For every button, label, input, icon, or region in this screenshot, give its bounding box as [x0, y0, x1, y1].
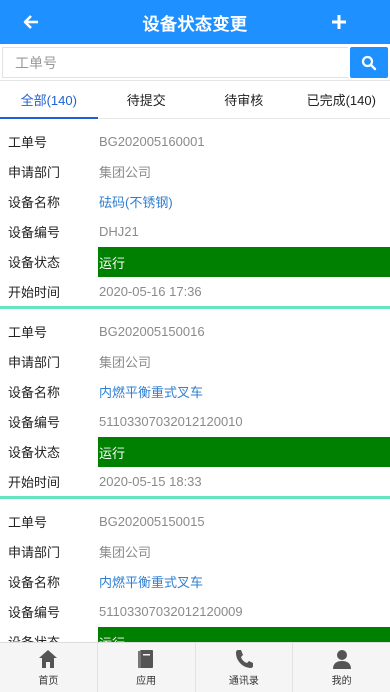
order-no-value: BG202005160001 — [99, 133, 205, 149]
device-name-label: 设备名称 — [8, 574, 61, 590]
nav-mine[interactable]: 我的 — [293, 643, 390, 692]
order-no-label: 工单号 — [8, 324, 48, 340]
device-no-row: 设备编号 51103307032012120010 — [0, 406, 390, 436]
device-no-row: 设备编号 51103307032012120009 — [0, 596, 390, 626]
status-label: 设备状态 — [8, 444, 61, 460]
status-row: 设备状态 运行 — [0, 436, 390, 467]
tab-completed[interactable]: 已完成(140) — [293, 81, 390, 118]
record-card[interactable]: 工单号 BG202005160001 申请部门 集团公司 设备名称 砝码(不锈钢… — [0, 126, 390, 309]
header-bar: 设备状态变更 — [0, 0, 390, 44]
device-no-label: 设备编号 — [8, 414, 61, 430]
tab-all[interactable]: 全部(140) — [0, 81, 98, 119]
search-icon — [361, 55, 377, 70]
status-row: 设备状态 运行 — [0, 246, 390, 277]
status-badge: 运行 — [98, 437, 390, 467]
phone-icon — [235, 650, 253, 668]
arrow-left-icon[interactable] — [22, 13, 40, 31]
dept-label: 申请部门 — [8, 354, 61, 370]
device-name-row: 设备名称 内燃平衡重式叉车 — [0, 566, 390, 596]
start-time-label: 开始时间 — [8, 474, 61, 490]
record-card[interactable]: 工单号 BG202005150016 申请部门 集团公司 设备名称 内燃平衡重式… — [0, 316, 390, 499]
dept-label: 申请部门 — [8, 544, 61, 560]
bottom-nav: 首页 应用 通讯录 我的 — [0, 642, 390, 692]
user-icon — [332, 650, 351, 669]
nav-home-label: 首页 — [38, 676, 59, 687]
book-icon — [138, 650, 154, 668]
device-name-link[interactable]: 内燃平衡重式叉车 — [99, 572, 203, 591]
nav-home[interactable]: 首页 — [0, 643, 98, 692]
order-no-row: 工单号 BG202005160001 — [0, 126, 390, 156]
start-time-row: 开始时间 2020-05-16 17:36 — [0, 276, 390, 306]
dept-label: 申请部门 — [8, 164, 61, 180]
dept-value: 集团公司 — [99, 544, 152, 560]
start-time-label: 开始时间 — [8, 284, 61, 300]
order-no-value: BG202005150015 — [99, 513, 205, 529]
device-name-label: 设备名称 — [8, 194, 61, 210]
start-time-value: 2020-05-15 18:33 — [99, 473, 202, 489]
order-no-row: 工单号 BG202005150015 — [0, 506, 390, 536]
home-icon — [39, 650, 58, 668]
tab-pending-review[interactable]: 待审核 — [195, 81, 293, 118]
search-input[interactable] — [2, 47, 348, 78]
dept-value: 集团公司 — [99, 164, 152, 180]
status-tabs: 全部(140) 待提交 待审核 已完成(140) — [0, 81, 390, 119]
device-name-row: 设备名称 砝码(不锈钢) — [0, 186, 390, 216]
device-no-value: 51103307032012120009 — [99, 603, 243, 619]
dept-value: 集团公司 — [99, 354, 152, 370]
order-no-label: 工单号 — [8, 134, 48, 150]
record-list: 工单号 BG202005160001 申请部门 集团公司 设备名称 砝码(不锈钢… — [0, 119, 390, 659]
status-label: 设备状态 — [8, 254, 61, 270]
device-name-link[interactable]: 砝码(不锈钢) — [99, 192, 173, 211]
plus-icon[interactable] — [330, 13, 348, 31]
device-name-link[interactable]: 内燃平衡重式叉车 — [99, 382, 203, 401]
device-no-label: 设备编号 — [8, 224, 61, 240]
nav-apps[interactable]: 应用 — [98, 643, 196, 692]
order-no-label: 工单号 — [8, 514, 48, 530]
nav-mine-label: 我的 — [331, 676, 352, 687]
status-badge: 运行 — [98, 247, 390, 277]
device-no-label: 设备编号 — [8, 604, 61, 620]
search-button[interactable] — [350, 47, 388, 78]
device-no-row: 设备编号 DHJ21 — [0, 216, 390, 246]
nav-contacts-label: 通讯录 — [228, 676, 259, 687]
device-name-row: 设备名称 内燃平衡重式叉车 — [0, 376, 390, 406]
device-no-value: DHJ21 — [99, 223, 139, 239]
dept-row: 申请部门 集团公司 — [0, 536, 390, 566]
record-card[interactable]: 工单号 BG202005150015 申请部门 集团公司 设备名称 内燃平衡重式… — [0, 506, 390, 659]
search-bar — [0, 44, 390, 81]
device-name-label: 设备名称 — [8, 384, 61, 400]
device-no-value: 51103307032012120010 — [99, 413, 243, 429]
nav-apps-label: 应用 — [136, 676, 157, 687]
order-no-row: 工单号 BG202005150016 — [0, 316, 390, 346]
tab-pending-submit[interactable]: 待提交 — [98, 81, 196, 118]
nav-contacts[interactable]: 通讯录 — [196, 643, 294, 692]
start-time-row: 开始时间 2020-05-15 18:33 — [0, 466, 390, 496]
dept-row: 申请部门 集团公司 — [0, 346, 390, 376]
page-title: 设备状态变更 — [142, 14, 248, 34]
dept-row: 申请部门 集团公司 — [0, 156, 390, 186]
order-no-value: BG202005150016 — [99, 323, 205, 339]
start-time-value: 2020-05-16 17:36 — [99, 283, 202, 299]
app-root: 设备状态变更 全部(140) 待提交 待审核 已完成(140) 工单号 BG20… — [0, 0, 390, 692]
